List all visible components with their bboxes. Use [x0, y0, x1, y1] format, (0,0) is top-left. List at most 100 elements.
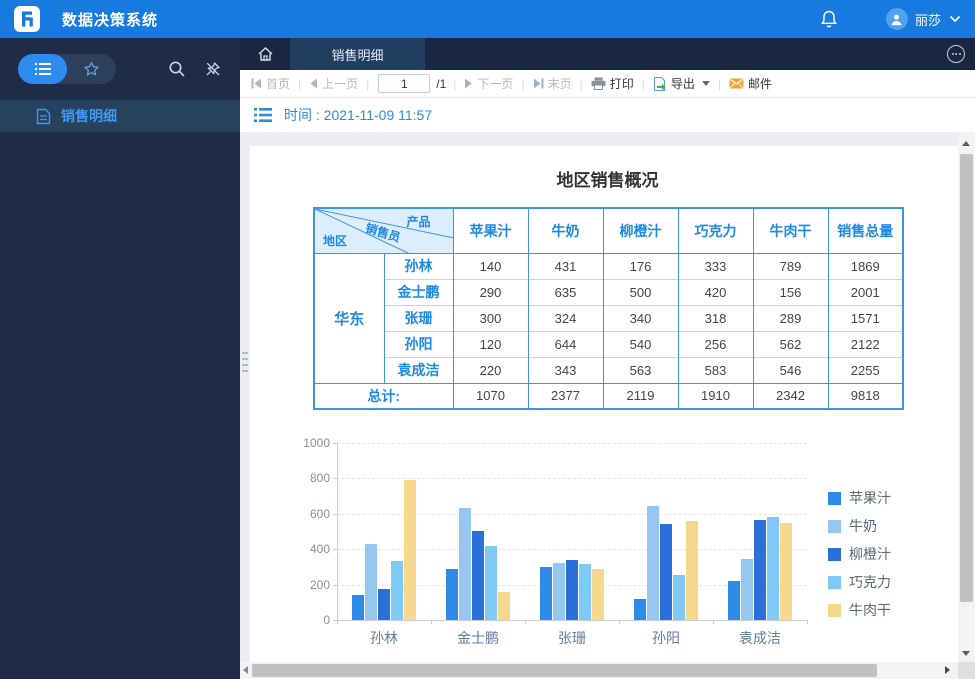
vertical-scroll-thumb[interactable]	[960, 154, 973, 602]
chart-bar[interactable]	[459, 508, 471, 620]
chart-bar[interactable]	[767, 517, 779, 620]
chart-bar[interactable]	[404, 480, 416, 620]
y-axis-label: 0	[323, 613, 330, 627]
tabbar-spacer	[425, 38, 947, 70]
export-dropdown-caret	[701, 81, 710, 86]
print-button[interactable]: 打印	[586, 75, 639, 92]
chart-bar[interactable]	[365, 544, 377, 620]
chart-bar[interactable]	[660, 524, 672, 620]
x-axis-label: 孙林	[370, 630, 398, 646]
column-header: 巧克力	[677, 208, 754, 254]
table-corner-cell: 产品 销售员 地区	[313, 208, 454, 254]
value-cell: 420	[677, 278, 754, 305]
scroll-down-icon[interactable]	[962, 651, 970, 656]
scroll-left-icon[interactable]	[243, 666, 248, 674]
value-cell: 343	[527, 356, 604, 383]
report-time-label: 时间 : 2021-11-09 11:57	[284, 107, 433, 123]
legend-item[interactable]: 苹果汁	[828, 488, 891, 508]
legend-label: 巧克力	[849, 574, 891, 590]
user-name[interactable]: 丽莎	[915, 10, 941, 29]
column-header: 苹果汁	[452, 208, 529, 254]
chart-bar[interactable]	[446, 569, 458, 620]
chart-bar[interactable]	[754, 520, 766, 620]
legend-item[interactable]: 牛奶	[828, 516, 891, 536]
menu-list-toggle[interactable]	[18, 54, 67, 84]
chart-bar[interactable]	[540, 567, 552, 620]
chart-bar[interactable]	[592, 569, 604, 620]
export-button[interactable]: 导出	[648, 75, 715, 92]
value-cell: 789	[752, 253, 829, 279]
next-page-icon	[465, 78, 472, 89]
total-value-cell: 2342	[752, 382, 829, 409]
x-axis-tick	[619, 620, 620, 624]
total-value-cell: 1070	[452, 382, 529, 409]
chart-bar[interactable]	[686, 521, 698, 620]
chart-bar[interactable]	[378, 589, 390, 620]
list-icon	[34, 63, 51, 75]
chart-bar[interactable]	[498, 592, 510, 620]
scroll-up-icon[interactable]	[962, 141, 970, 146]
chart-bar[interactable]	[647, 506, 659, 620]
x-axis-label: 袁成洁	[739, 630, 781, 646]
column-header: 牛奶	[527, 208, 604, 254]
page-total: /1	[436, 76, 447, 91]
total-value-cell: 2119	[602, 382, 679, 409]
page-number-input[interactable]	[378, 74, 431, 93]
tab-home[interactable]	[240, 38, 290, 70]
chart-bar[interactable]	[566, 560, 578, 620]
unpin-button[interactable]	[204, 60, 222, 78]
parameter-bar: 时间 : 2021-11-09 11:57	[240, 98, 975, 132]
y-axis-label: 600	[309, 506, 330, 521]
sidebar-view-toggle	[18, 54, 116, 84]
legend-swatch	[828, 547, 841, 561]
mail-icon	[729, 78, 744, 89]
legend-swatch	[828, 603, 841, 617]
chart-bar[interactable]	[634, 599, 646, 620]
value-cell: 540	[602, 330, 679, 357]
chart-bar[interactable]	[741, 559, 753, 620]
chart-bar[interactable]	[579, 564, 591, 620]
y-axis-line	[337, 443, 338, 620]
legend-item[interactable]: 柳橙汁	[828, 544, 891, 564]
scroll-right-icon[interactable]	[945, 666, 950, 674]
value-cell: 340	[602, 304, 679, 331]
user-avatar[interactable]	[885, 8, 908, 30]
tab-sales-detail[interactable]: 销售明细	[290, 38, 425, 70]
sidebar-item-sales-detail[interactable]: 销售明细	[0, 100, 240, 132]
value-cell: 220	[452, 356, 529, 383]
parameter-list-icon[interactable]	[254, 108, 272, 122]
sidebar: 销售明细	[0, 38, 240, 679]
notification-bell-icon[interactable]	[820, 9, 838, 29]
legend-item[interactable]: 牛肉干	[828, 600, 891, 620]
chart-bar[interactable]	[728, 581, 740, 620]
horizontal-scroll-thumb[interactable]	[252, 664, 877, 677]
horizontal-scrollbar[interactable]	[240, 662, 958, 679]
next-page-button[interactable]: 下一页	[459, 75, 518, 92]
tab-more-button[interactable]	[947, 45, 965, 63]
toolbar-separator: |	[641, 76, 645, 91]
value-cell: 2122	[827, 330, 904, 357]
first-page-button[interactable]: 首页	[246, 75, 295, 92]
value-cell: 563	[602, 356, 679, 383]
last-page-button[interactable]: 末页	[528, 75, 577, 92]
chart-bar[interactable]	[673, 575, 685, 620]
sidebar-resize-grip[interactable]	[242, 350, 248, 376]
scrollbar-corner	[958, 662, 975, 679]
chevron-down-icon[interactable]	[949, 15, 961, 23]
favorites-toggle[interactable]	[67, 54, 116, 84]
chart-bar[interactable]	[352, 595, 364, 620]
chart-bar[interactable]	[780, 523, 792, 620]
vertical-scrollbar[interactable]	[958, 132, 975, 662]
mail-button[interactable]: 邮件	[724, 75, 777, 92]
value-cell: 546	[752, 356, 829, 383]
chart-bar[interactable]	[472, 531, 484, 620]
value-cell: 256	[677, 330, 754, 357]
value-cell: 431	[527, 253, 604, 279]
search-button[interactable]	[168, 60, 186, 78]
report-title: 地区销售概况	[556, 171, 659, 190]
chart-bar[interactable]	[485, 546, 497, 620]
chart-bar[interactable]	[553, 563, 565, 620]
prev-page-button[interactable]: 上一页	[304, 75, 363, 92]
chart-bar[interactable]	[391, 561, 403, 620]
legend-item[interactable]: 巧克力	[828, 572, 891, 592]
